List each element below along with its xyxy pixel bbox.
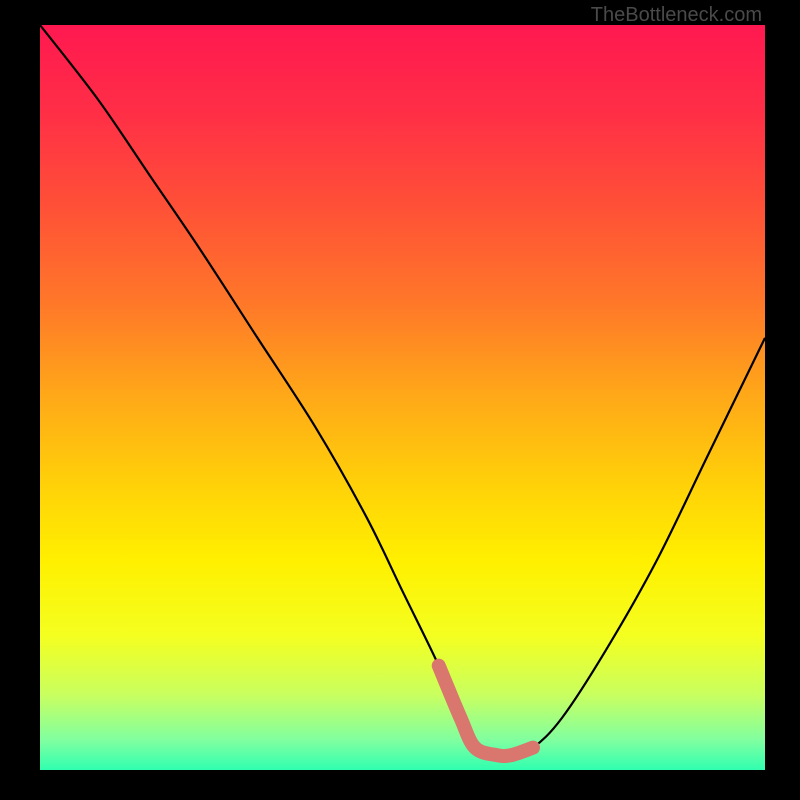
bottleneck-chart — [40, 25, 765, 770]
chart-frame — [40, 25, 765, 770]
watermark-text: TheBottleneck.com — [591, 4, 762, 27]
gradient-background — [40, 25, 765, 770]
